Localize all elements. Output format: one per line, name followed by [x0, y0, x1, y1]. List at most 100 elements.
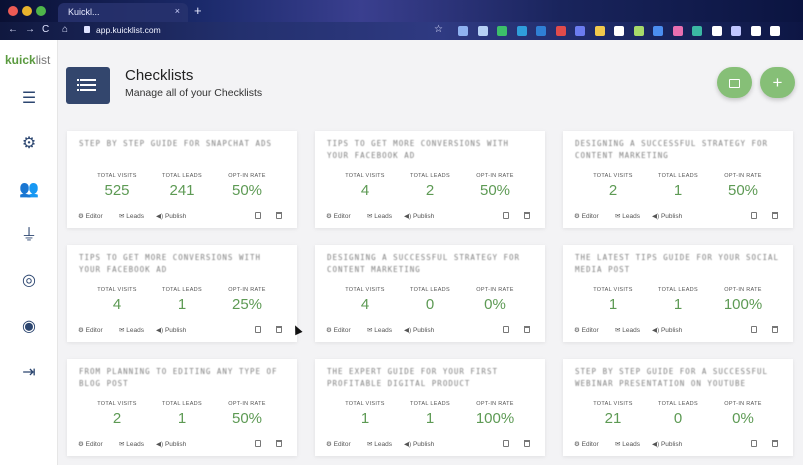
editor-link[interactable]: ⚙ Editor: [78, 326, 103, 334]
editor-link[interactable]: ⚙ Editor: [78, 440, 103, 448]
window-minimize-button[interactable]: [22, 6, 32, 16]
browser-extension-icon[interactable]: [692, 26, 702, 36]
leads-link[interactable]: ✉ Leads: [119, 440, 144, 448]
browser-extension-icon[interactable]: [731, 26, 741, 36]
checklist-title[interactable]: FROM PLANNING TO EDITING ANY TYPE OF BLO…: [79, 366, 287, 392]
browser-extension-icon[interactable]: [770, 26, 780, 36]
browser-extension-icon[interactable]: [555, 26, 566, 36]
editor-link[interactable]: ⚙ Editor: [326, 326, 351, 334]
checklist-card[interactable]: DESIGNING A SUCCESSFUL STRATEGY FOR CONT…: [563, 131, 793, 228]
copy-icon[interactable]: [503, 326, 509, 333]
checklist-title[interactable]: TIPS TO GET MORE CONVERSIONS WITH YOUR F…: [327, 138, 535, 164]
trash-icon[interactable]: [524, 212, 530, 219]
list-icon[interactable]: ☰: [18, 88, 40, 110]
trash-icon[interactable]: [276, 326, 282, 333]
checklist-card[interactable]: THE EXPERT GUIDE FOR YOUR FIRST PROFITAB…: [315, 359, 545, 456]
bookmark-star-icon[interactable]: ☆: [434, 24, 443, 35]
leads-link[interactable]: ✉ Leads: [615, 212, 640, 220]
browser-extension-icon[interactable]: [458, 26, 468, 36]
kuicklist-logo[interactable]: kuicklist: [5, 53, 50, 67]
browser-extension-icon[interactable]: [536, 26, 546, 36]
browser-tab[interactable]: Kuickl... ×: [58, 3, 188, 22]
checklist-card[interactable]: DESIGNING A SUCCESSFUL STRATEGY FOR CONT…: [315, 245, 545, 342]
home-button[interactable]: ⌂: [62, 24, 68, 35]
browser-extension-icon[interactable]: [633, 26, 644, 36]
editor-link[interactable]: ⚙ Editor: [326, 440, 351, 448]
trash-icon[interactable]: [772, 440, 778, 447]
copy-icon[interactable]: [255, 212, 261, 219]
checklist-title[interactable]: STEP BY STEP GUIDE FOR SNAPCHAT ADS: [79, 138, 287, 164]
publish-link[interactable]: ◀) Publish: [156, 326, 186, 334]
copy-icon[interactable]: [751, 212, 757, 219]
browser-extension-icon[interactable]: [497, 26, 507, 36]
gear-icon[interactable]: ⚙: [18, 133, 40, 155]
url-input[interactable]: app.kuicklist.com: [96, 25, 161, 35]
templates-button[interactable]: [717, 67, 752, 98]
copy-icon[interactable]: [503, 440, 509, 447]
checklist-card[interactable]: STEP BY STEP GUIDE FOR SNAPCHAT ADS TOTAL…: [67, 131, 297, 228]
browser-extension-icon[interactable]: [750, 26, 761, 36]
life-ring-icon[interactable]: ◎: [18, 270, 40, 292]
checklist-title[interactable]: DESIGNING A SUCCESSFUL STRATEGY FOR CONT…: [327, 252, 535, 278]
copy-icon[interactable]: [751, 440, 757, 447]
leads-link[interactable]: ✉ Leads: [367, 212, 392, 220]
browser-extension-icon[interactable]: [477, 26, 488, 36]
window-maximize-button[interactable]: [36, 6, 46, 16]
publish-link[interactable]: ◀) Publish: [652, 212, 682, 220]
checklist-card[interactable]: THE LATEST TIPS GUIDE FOR YOUR SOCIAL ME…: [563, 245, 793, 342]
checklist-title[interactable]: DESIGNING A SUCCESSFUL STRATEGY FOR CONT…: [575, 138, 783, 164]
new-tab-button[interactable]: +: [194, 3, 202, 18]
browser-extension-icon[interactable]: [672, 26, 683, 36]
leads-link[interactable]: ✉ Leads: [367, 440, 392, 448]
publish-link[interactable]: ◀) Publish: [404, 326, 434, 334]
trash-icon[interactable]: [524, 440, 530, 447]
window-close-button[interactable]: [8, 6, 18, 16]
browser-extension-icon[interactable]: [594, 26, 605, 36]
browser-extension-icon[interactable]: [575, 26, 585, 36]
publish-link[interactable]: ◀) Publish: [156, 440, 186, 448]
publish-link[interactable]: ◀) Publish: [404, 212, 434, 220]
publish-link[interactable]: ◀) Publish: [404, 440, 434, 448]
reload-button[interactable]: C: [42, 24, 49, 35]
editor-link[interactable]: ⚙ Editor: [574, 440, 599, 448]
browser-extension-icon[interactable]: [516, 26, 527, 36]
trash-icon[interactable]: [772, 212, 778, 219]
tab-close-icon[interactable]: ×: [175, 6, 180, 16]
trash-icon[interactable]: [524, 326, 530, 333]
leads-link[interactable]: ✉ Leads: [119, 212, 144, 220]
checklist-title[interactable]: THE LATEST TIPS GUIDE FOR YOUR SOCIAL ME…: [575, 252, 783, 278]
browser-extension-icon[interactable]: [614, 26, 624, 36]
users-icon[interactable]: 👥: [18, 179, 40, 201]
checklist-title[interactable]: THE EXPERT GUIDE FOR YOUR FIRST PROFITAB…: [327, 366, 535, 392]
leads-link[interactable]: ✉ Leads: [615, 326, 640, 334]
publish-link[interactable]: ◀) Publish: [652, 326, 682, 334]
leads-link[interactable]: ✉ Leads: [119, 326, 144, 334]
editor-link[interactable]: ⚙ Editor: [78, 212, 103, 220]
browser-extension-icon[interactable]: [711, 26, 722, 36]
copy-icon[interactable]: [255, 440, 261, 447]
user-circle-icon[interactable]: ◉: [18, 316, 40, 338]
trash-icon[interactable]: [276, 440, 282, 447]
editor-link[interactable]: ⚙ Editor: [326, 212, 351, 220]
checklist-card[interactable]: TIPS TO GET MORE CONVERSIONS WITH YOUR F…: [315, 131, 545, 228]
checklist-card[interactable]: FROM PLANNING TO EDITING ANY TYPE OF BLO…: [67, 359, 297, 456]
plug-icon[interactable]: ⏚: [18, 225, 40, 247]
checklist-card[interactable]: TIPS TO GET MORE CONVERSIONS WITH YOUR F…: [67, 245, 297, 342]
publish-link[interactable]: ◀) Publish: [652, 440, 682, 448]
back-button[interactable]: ←: [8, 24, 18, 35]
copy-icon[interactable]: [255, 326, 261, 333]
copy-icon[interactable]: [503, 212, 509, 219]
checklist-card[interactable]: STEP BY STEP GUIDE FOR A SUCCESSFUL WEBI…: [563, 359, 793, 456]
editor-link[interactable]: ⚙ Editor: [574, 212, 599, 220]
leads-link[interactable]: ✉ Leads: [615, 440, 640, 448]
trash-icon[interactable]: [772, 326, 778, 333]
trash-icon[interactable]: [276, 212, 282, 219]
editor-link[interactable]: ⚙ Editor: [574, 326, 599, 334]
add-checklist-button[interactable]: +: [760, 67, 795, 98]
copy-icon[interactable]: [751, 326, 757, 333]
checklist-title[interactable]: STEP BY STEP GUIDE FOR A SUCCESSFUL WEBI…: [575, 366, 783, 392]
leads-link[interactable]: ✉ Leads: [367, 326, 392, 334]
publish-link[interactable]: ◀) Publish: [156, 212, 186, 220]
checklist-title[interactable]: TIPS TO GET MORE CONVERSIONS WITH YOUR F…: [79, 252, 287, 278]
browser-extension-icon[interactable]: [653, 26, 663, 36]
